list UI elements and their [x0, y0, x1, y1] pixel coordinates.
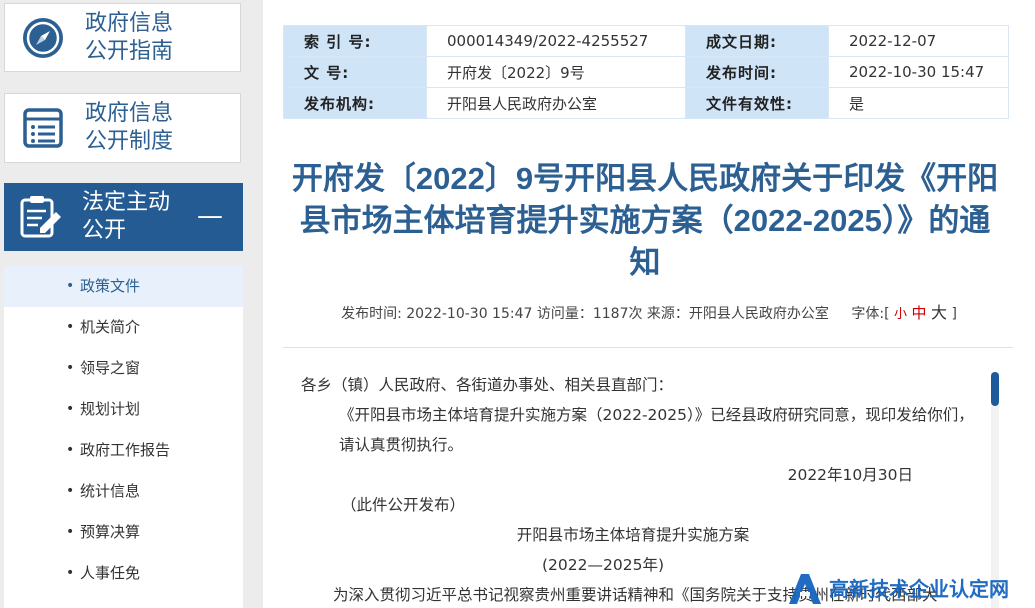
- site-watermark: 高新技术企业认定网: [787, 567, 1035, 608]
- font-small-button[interactable]: 小: [894, 307, 907, 322]
- index-key: 索 引 号:: [283, 25, 427, 57]
- submenu-label: 预算决算: [80, 523, 141, 541]
- submenu-item-policy[interactable]: • 政策文件: [4, 266, 243, 307]
- bullet-icon: •: [66, 442, 75, 458]
- validity-key: 文件有效性:: [685, 87, 829, 119]
- submenu-label: 机关简介: [80, 318, 141, 336]
- docno-value: 开府发〔2022〕9号: [426, 56, 686, 88]
- guide-menu-button[interactable]: 政府信息 公开指南: [4, 3, 241, 72]
- bullet-icon: •: [66, 483, 75, 499]
- article-title: 开府发〔2022〕9号开阳县人民政府关于印发《开阳县市场主体培育提升实施方案（2…: [291, 161, 999, 280]
- compass-icon: [23, 17, 63, 58]
- submenu-label: 政策文件: [80, 277, 141, 295]
- submenu-item-agency[interactable]: • 机关简介: [4, 307, 243, 348]
- submenu-list: • 政策文件 • 机关简介 • 领导之窗 • 规划计划 • 政府工作报告 • 统计信息 • 预…: [4, 266, 243, 608]
- collapse-icon[interactable]: —: [197, 203, 223, 229]
- paragraph-date: 2022年10月30日: [787, 466, 913, 484]
- submenu-item-budget[interactable]: • 预算决算: [4, 512, 243, 553]
- bullet-icon: •: [66, 565, 75, 581]
- list-document-icon: [23, 108, 63, 148]
- submenu-label: 规划计划: [80, 400, 141, 418]
- date-value: 2022-12-07: [828, 25, 1009, 57]
- paragraph-salutation: 各乡（镇）人民政府、各街道办事处、相关县直部门：: [301, 376, 674, 394]
- clipboard-edit-icon: [20, 196, 61, 238]
- document-meta-table: 索 引 号: 000014349/2022-4255527 成文日期: 2022…: [283, 25, 1009, 119]
- system-menu-label: 政府信息 公开制度: [85, 101, 174, 154]
- watermark-text: 高新技术企业认定网: [829, 577, 1009, 601]
- org-value: 开阳县人民政府办公室: [426, 87, 686, 119]
- article-info-bar: 发布时间: 2022-10-30 15:47 访问量：1187次 来源：开阳县人…: [263, 299, 1035, 323]
- paragraph-main: 《开阳县市场主体培育提升实施方案（2022-2025）》已经县政府研究同意，现印…: [339, 406, 974, 454]
- submenu-label: 领导之窗: [80, 359, 141, 377]
- sidebar: 政府信息 公开指南 政府信息 公开制度 法定主动 公开 — • 政策文件 • 机…: [0, 0, 246, 608]
- bullet-icon: •: [66, 401, 75, 417]
- docno-key: 文 号:: [283, 56, 427, 88]
- active-menu-button[interactable]: 法定主动 公开 —: [4, 183, 243, 251]
- submenu-label: 统计信息: [80, 482, 141, 500]
- submenu-item-statistics[interactable]: • 统计信息: [4, 471, 243, 512]
- paragraph-subtitle: 开阳县市场主体培育提升实施方案: [516, 526, 750, 544]
- bullet-icon: •: [66, 278, 75, 294]
- index-value: 000014349/2022-4255527: [426, 25, 686, 57]
- paragraph-note: （此件公开发布）: [341, 496, 466, 514]
- main-content: 索 引 号: 000014349/2022-4255527 成文日期: 2022…: [263, 0, 1035, 608]
- submenu-label: 政府工作报告: [80, 441, 171, 459]
- validity-value: 是: [828, 87, 1009, 119]
- guide-menu-label: 政府信息 公开指南: [85, 10, 174, 64]
- watermark-logo-icon: [789, 573, 821, 604]
- system-menu-button[interactable]: 政府信息 公开制度: [4, 93, 241, 163]
- active-menu-label: 法定主动 公开: [82, 190, 171, 243]
- submenu-item-personnel[interactable]: • 人事任免: [4, 553, 243, 594]
- date-key: 成文日期:: [685, 25, 829, 57]
- font-medium-button[interactable]: 中: [912, 304, 927, 322]
- submenu-item-leaders[interactable]: • 领导之窗: [4, 348, 243, 389]
- submenu-item-plans[interactable]: • 规划计划: [4, 389, 243, 430]
- bullet-icon: •: [66, 360, 75, 376]
- divider: [283, 347, 1013, 348]
- pubtime-key: 发布时间:: [685, 56, 829, 88]
- font-large-button[interactable]: 大: [931, 303, 947, 322]
- bullet-icon: •: [66, 524, 75, 540]
- pubtime-value: 2022-10-30 15:47: [828, 56, 1009, 88]
- scrollbar-thumb[interactable]: [991, 372, 999, 406]
- font-size-close: ]: [951, 306, 957, 322]
- bullet-icon: •: [66, 319, 75, 335]
- submenu-label: 人事任免: [80, 564, 141, 582]
- submenu-item-work-report[interactable]: • 政府工作报告: [4, 430, 243, 471]
- org-key: 发布机构:: [283, 87, 427, 119]
- article-info: 发布时间: 2022-10-30 15:47 访问量：1187次 来源：开阳县人…: [341, 306, 829, 322]
- font-size-label: 字体:[: [851, 306, 890, 322]
